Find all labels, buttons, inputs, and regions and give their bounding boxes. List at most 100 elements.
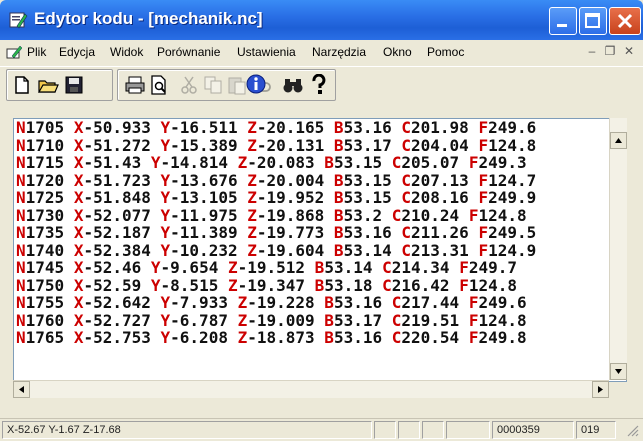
scroll-right-arrow[interactable] bbox=[592, 381, 609, 398]
code-line[interactable]: N1730 X-52.077 Y-11.975 Z-19.868 B53.2 C… bbox=[16, 205, 616, 225]
menu-edycja[interactable]: Edycja bbox=[59, 45, 95, 59]
close-button[interactable] bbox=[609, 7, 641, 35]
address-letter: C bbox=[401, 188, 411, 207]
close-icon bbox=[617, 13, 633, 29]
title-bar[interactable]: Edytor kodu - [mechanik.nc] bbox=[0, 0, 643, 40]
address-value: -51.848 bbox=[83, 188, 161, 207]
menu-ustawienia[interactable]: Ustawienia bbox=[237, 45, 296, 59]
code-line[interactable]: N1765 X-52.753 Y-6.208 Z-18.873 B53.16 C… bbox=[16, 329, 616, 347]
address-letter: Z bbox=[237, 153, 248, 172]
open-button[interactable] bbox=[37, 74, 59, 96]
address-letter: F bbox=[478, 240, 489, 260]
address-value: 53.16 bbox=[343, 223, 402, 242]
address-letter: C bbox=[391, 328, 402, 347]
menu-okno[interactable]: Okno bbox=[383, 45, 412, 59]
menu-plik[interactable]: Plik bbox=[27, 45, 46, 59]
maximize-button[interactable] bbox=[579, 7, 607, 35]
address-letter: C bbox=[401, 240, 411, 260]
address-value: -10.232 bbox=[170, 240, 248, 260]
address-value: 249.6 bbox=[478, 293, 527, 312]
address-value: 1715 bbox=[25, 153, 74, 172]
address-value: 53.15 bbox=[333, 153, 392, 172]
address-letter: X bbox=[73, 188, 84, 207]
horizontal-scrollbar[interactable] bbox=[13, 380, 609, 398]
address-letter: Z bbox=[247, 205, 257, 225]
address-letter: N bbox=[16, 170, 26, 190]
scroll-left-arrow[interactable] bbox=[13, 381, 30, 398]
address-value: 1750 bbox=[25, 275, 74, 295]
code-editor[interactable]: N1705 X-50.933 Y-16.511 Z-20.165 B53.16 … bbox=[13, 118, 627, 382]
address-value: 214.34 bbox=[391, 258, 460, 277]
cut-button[interactable] bbox=[178, 74, 200, 96]
address-value: -8.515 bbox=[160, 275, 228, 295]
code-line[interactable]: N1750 X-52.59 Y-8.515 Z-19.347 B53.18 C2… bbox=[16, 275, 616, 295]
address-value: -20.004 bbox=[256, 170, 334, 190]
find-button[interactable] bbox=[282, 74, 304, 96]
print-icon bbox=[125, 76, 145, 94]
address-letter: N bbox=[16, 153, 26, 172]
info-button[interactable] bbox=[245, 73, 267, 95]
status-column: 019 bbox=[576, 421, 616, 439]
menu-widok[interactable]: Widok bbox=[110, 45, 143, 59]
address-letter: F bbox=[478, 170, 489, 190]
code-line[interactable]: N1740 X-52.384 Y-10.232 Z-19.604 B53.14 … bbox=[16, 240, 616, 260]
address-value: 124.8 bbox=[488, 135, 537, 155]
address-letter: F bbox=[478, 135, 489, 155]
save-button[interactable] bbox=[63, 74, 85, 96]
code-line[interactable]: N1715 X-51.43 Y-14.814 Z-20.083 B53.15 C… bbox=[16, 154, 616, 172]
address-letter: Y bbox=[160, 135, 171, 155]
mdi-close-icon[interactable]: ✕ bbox=[622, 44, 636, 58]
code-line[interactable]: N1735 X-52.187 Y-11.389 Z-19.773 B53.16 … bbox=[16, 224, 616, 242]
address-letter: F bbox=[459, 275, 469, 295]
code-line[interactable]: N1755 X-52.642 Y-7.933 Z-19.228 B53.16 C… bbox=[16, 294, 616, 312]
address-value: -19.604 bbox=[256, 240, 334, 260]
document-menu-icon[interactable] bbox=[6, 44, 22, 60]
minimize-icon bbox=[557, 24, 567, 27]
address-value: -19.952 bbox=[256, 188, 334, 207]
address-letter: Z bbox=[227, 275, 238, 295]
menu-narzedzia[interactable]: Narzędzia bbox=[312, 45, 366, 59]
address-value: -11.975 bbox=[170, 205, 248, 225]
address-value: 249.6 bbox=[488, 118, 537, 137]
scroll-up-arrow[interactable] bbox=[610, 132, 627, 149]
mdi-restore-icon[interactable]: ❐ bbox=[603, 44, 617, 58]
address-value: 249.5 bbox=[488, 223, 537, 242]
code-line[interactable]: N1705 X-50.933 Y-16.511 Z-20.165 B53.16 … bbox=[16, 119, 616, 137]
address-value: -6.787 bbox=[170, 310, 238, 330]
address-letter: F bbox=[478, 118, 489, 137]
address-letter: Z bbox=[237, 328, 248, 347]
code-line[interactable]: N1720 X-51.723 Y-13.676 Z-20.004 B53.15 … bbox=[16, 170, 616, 190]
scroll-down-arrow[interactable] bbox=[610, 363, 627, 380]
address-value: 124.8 bbox=[468, 275, 517, 295]
address-letter: Y bbox=[150, 153, 161, 172]
address-letter: B bbox=[324, 153, 334, 172]
address-letter: N bbox=[16, 223, 26, 242]
vertical-scrollbar[interactable] bbox=[609, 118, 627, 380]
address-value: 210.24 bbox=[401, 205, 469, 225]
address-letter: F bbox=[478, 223, 489, 242]
code-line[interactable]: N1745 X-52.46 Y-9.654 Z-19.512 B53.14 C2… bbox=[16, 259, 616, 277]
address-letter: N bbox=[16, 240, 26, 260]
help-button[interactable] bbox=[308, 73, 330, 96]
code-line[interactable]: N1710 X-51.272 Y-15.389 Z-20.131 B53.17 … bbox=[16, 135, 616, 155]
address-value: 1705 bbox=[25, 118, 74, 137]
minimize-button[interactable] bbox=[549, 7, 577, 35]
mdi-minimize-icon[interactable]: – bbox=[585, 44, 599, 58]
copy-button[interactable] bbox=[202, 74, 224, 96]
address-value: -19.773 bbox=[256, 223, 334, 242]
new-file-button[interactable] bbox=[11, 74, 33, 96]
resize-grip-icon[interactable] bbox=[626, 424, 640, 438]
menu-porownanie[interactable]: Porównanie bbox=[157, 45, 220, 59]
address-letter: B bbox=[314, 275, 325, 295]
code-line[interactable]: N1725 X-51.848 Y-13.105 Z-19.952 B53.15 … bbox=[16, 189, 616, 207]
app-icon bbox=[9, 12, 28, 29]
print-button[interactable] bbox=[124, 74, 146, 96]
address-letter: N bbox=[16, 328, 26, 347]
address-value: 124.8 bbox=[478, 310, 527, 330]
address-letter: X bbox=[73, 205, 84, 225]
address-letter: F bbox=[468, 328, 479, 347]
address-value: 1765 bbox=[25, 328, 74, 347]
print-preview-button[interactable] bbox=[148, 74, 170, 96]
menu-pomoc[interactable]: Pomoc bbox=[427, 45, 464, 59]
code-line[interactable]: N1760 X-52.727 Y-6.787 Z-19.009 B53.17 C… bbox=[16, 310, 616, 330]
